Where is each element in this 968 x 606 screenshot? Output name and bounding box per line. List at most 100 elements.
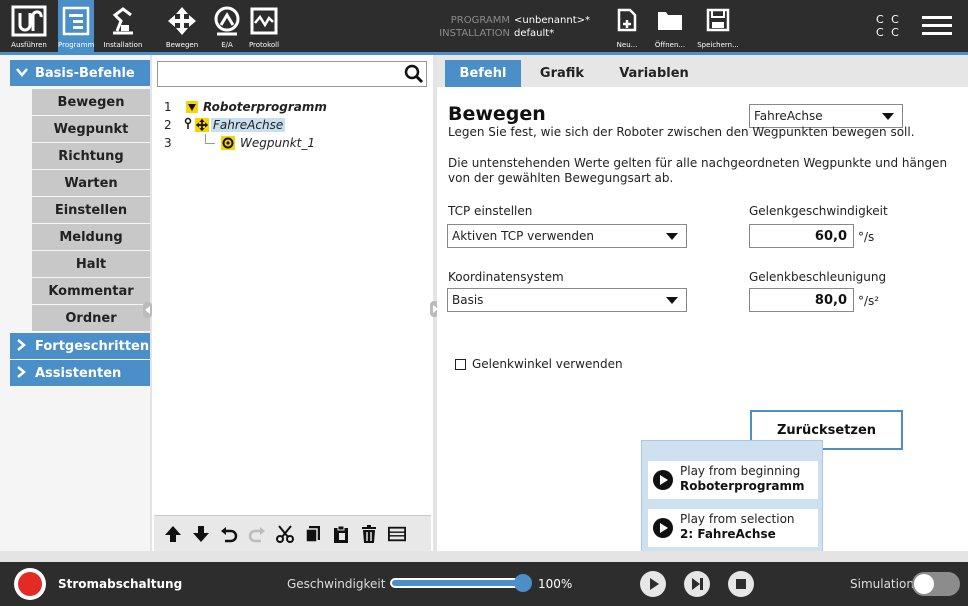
program-icon [62, 6, 90, 36]
play-button[interactable] [640, 571, 666, 597]
program-key: PROGRAMM [450, 15, 510, 26]
move-icon [168, 7, 196, 35]
chevron-down-icon [16, 66, 30, 80]
coordinate-system-select[interactable]: Basis [447, 288, 687, 312]
cut-icon[interactable] [276, 524, 294, 544]
tab-bewegen[interactable]: Bewegen [152, 0, 212, 52]
installation-name: default* [514, 28, 555, 39]
bottom-spacer [0, 551, 968, 562]
new-button[interactable]: Neu... [610, 0, 644, 52]
tree-node-label: Wegpunkt_1 [240, 135, 315, 150]
play-option-title: Play from selection [680, 512, 795, 526]
arrow-left-icon [144, 306, 150, 314]
tab-ea[interactable]: E/A [212, 0, 242, 52]
speed-slider-fill [392, 580, 528, 586]
command-meldung[interactable]: Meldung [32, 224, 150, 250]
editor-tabs: Befehl Grafik Variablen [437, 55, 968, 87]
tree-node-label: FahreAchse [211, 117, 286, 132]
speed-label: Geschwindigkeit [287, 577, 386, 591]
command-einstellen[interactable]: Einstellen [32, 197, 150, 223]
speed-slider-knob[interactable] [514, 574, 532, 592]
step-icon [692, 578, 703, 590]
description-text: Legen Sie fest, wie sich der Roboter zwi… [448, 125, 915, 139]
tab-ausfuehren-label: Ausführen [11, 41, 47, 49]
play-from-beginning-button[interactable]: Play from beginning Roboterprogramm [648, 461, 818, 499]
command-richtung[interactable]: Richtung [32, 143, 150, 169]
save-button-label: Speichern... [697, 41, 739, 49]
joint-accel-input[interactable]: 80,0 [749, 288, 854, 312]
joint-speed-label: Gelenkgeschwindigkeit [749, 204, 888, 218]
power-status-icon [18, 572, 42, 596]
tcp-label: TCP einstellen [448, 204, 533, 218]
search-icon[interactable] [404, 64, 424, 88]
simulation-toggle[interactable] [912, 572, 960, 596]
play-option-target: Roboterprogramm [680, 479, 805, 493]
tree-row-number: 3 [164, 135, 172, 150]
info-text-line-1: Die untenstehenden Werte gelten für alle… [448, 156, 948, 170]
save-button[interactable]: Speichern... [696, 0, 740, 52]
tab-installation[interactable]: Installation [94, 0, 152, 52]
tab-variablen[interactable]: Variablen [609, 60, 699, 87]
play-icon [653, 518, 673, 538]
command-bewegen[interactable]: Bewegen [32, 89, 150, 115]
tab-programm[interactable]: Programm [58, 0, 94, 52]
program-tree-panel: 1 Roboterprogramm 2 FahreAchse 3 Wegpunk… [152, 55, 433, 551]
log-icon [250, 7, 278, 35]
tree-toolbar [154, 515, 431, 551]
chevron-down-icon [666, 233, 678, 240]
chevron-right-icon [16, 338, 30, 354]
tree-row-number: 2 [164, 117, 172, 132]
power-button[interactable] [14, 568, 46, 600]
joint-angles-checkbox[interactable] [455, 359, 466, 370]
tree-row-selected[interactable]: 2 FahreAchse [164, 116, 286, 133]
page-title: Bewegen [448, 103, 546, 125]
tree-row-number: 1 [164, 99, 172, 114]
io-icon [214, 6, 240, 36]
command-warten[interactable]: Warten [32, 170, 150, 196]
category-assistenten[interactable]: Assistenten [10, 360, 150, 386]
speed-slider[interactable] [390, 574, 532, 592]
sidebar-collapse-handle[interactable] [143, 302, 152, 318]
open-button[interactable]: Öffnen... [650, 0, 690, 52]
cc-line-2: C C [876, 26, 901, 39]
tree-row[interactable]: 1 Roboterprogramm [164, 98, 327, 115]
tab-ausfuehren[interactable]: Ausführen [0, 0, 58, 52]
coordinate-system-value: Basis [452, 293, 484, 307]
category-label: Fortgeschritten [35, 338, 150, 354]
move-down-icon[interactable] [192, 524, 210, 544]
delete-icon[interactable] [360, 524, 378, 544]
tree-search-input[interactable] [157, 61, 427, 87]
redo-icon[interactable] [248, 524, 266, 544]
tab-befehl[interactable]: Befehl [445, 60, 521, 87]
program-name: <unbenannt>* [514, 15, 590, 26]
command-kommentar[interactable]: Kommentar [32, 278, 150, 304]
tcp-select[interactable]: Aktiven TCP verwenden [447, 224, 687, 248]
copy-icon[interactable] [304, 524, 322, 544]
chevron-down-icon [882, 113, 894, 120]
command-ordner[interactable]: Ordner [32, 305, 150, 331]
installation-icon [112, 7, 133, 35]
suppress-icon[interactable] [388, 524, 406, 544]
stop-button[interactable] [728, 571, 754, 597]
move-up-icon[interactable] [164, 524, 182, 544]
waypoint-icon [221, 135, 235, 150]
tree-row[interactable]: 3 Wegpunkt_1 [164, 133, 315, 151]
paste-icon[interactable] [332, 524, 350, 544]
joint-speed-input[interactable]: 60,0 [749, 224, 854, 248]
new-file-icon [617, 8, 637, 32]
category-fortgeschritten[interactable]: Fortgeschritten [10, 333, 150, 359]
new-button-label: Neu... [616, 41, 638, 49]
menu-hamburger-icon[interactable] [922, 16, 952, 36]
tab-installation-label: Installation [103, 41, 143, 49]
step-button[interactable] [684, 571, 710, 597]
tab-grafik[interactable]: Grafik [527, 60, 597, 87]
command-halt[interactable]: Halt [32, 251, 150, 277]
chevron-right-icon [16, 365, 30, 381]
cc-indicator: C C C C [876, 13, 901, 39]
category-basis-befehle[interactable]: Basis-Befehle [10, 60, 150, 86]
command-wegpunkt[interactable]: Wegpunkt [32, 116, 150, 142]
tab-protokoll[interactable]: Protokoll [242, 0, 286, 52]
play-from-selection-button[interactable]: Play from selection 2: FahreAchse [648, 509, 818, 547]
undo-icon[interactable] [220, 524, 238, 544]
tab-ea-label: E/A [221, 41, 233, 49]
